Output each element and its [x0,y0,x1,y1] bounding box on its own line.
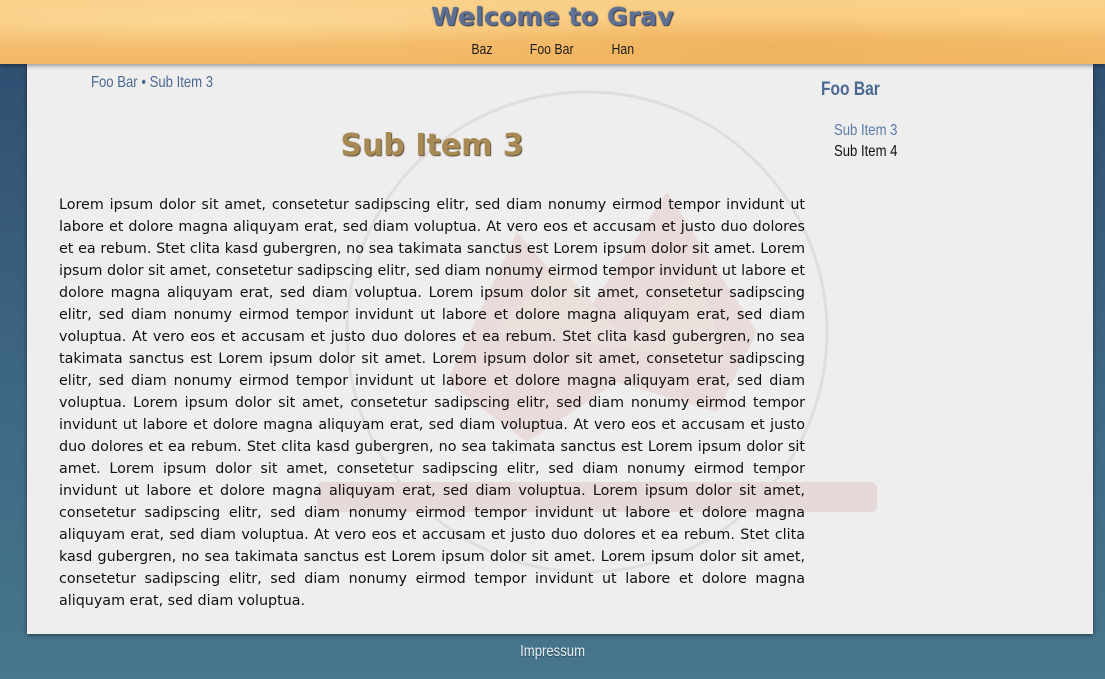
content-panel: Foo Bar • Sub Item 3 Sub Item 3 Lorem ip… [27,64,1093,634]
breadcrumb-current: Sub Item 3 [149,74,214,91]
site-footer: Impressum [0,643,1105,661]
breadcrumb: Foo Bar • Sub Item 3 [91,74,213,92]
breadcrumb-parent-link[interactable]: Foo Bar [91,74,138,91]
sidebar-item-sub-item-3[interactable]: Sub Item 3 [834,120,897,141]
nav-item-han[interactable]: Han [611,41,634,58]
nav-item-foo-bar[interactable]: Foo Bar [530,41,574,58]
sidebar-title[interactable]: Foo Bar [821,79,880,101]
footer-impressum-link[interactable]: Impressum [520,643,585,661]
breadcrumb-separator: • [141,74,146,91]
page-body-text: Lorem ipsum dolor sit amet, consetetur s… [59,197,805,609]
site-header: Welcome to Grav Baz Foo Bar Han [0,0,1105,64]
page-title: Sub Item 3 [340,128,524,163]
sidebar-item-sub-item-4[interactable]: Sub Item 4 [834,141,897,162]
main-nav: Baz Foo Bar Han [0,41,1105,58]
sidebar-list: Sub Item 3 Sub Item 4 [834,120,911,162]
nav-item-baz[interactable]: Baz [471,41,492,58]
site-title[interactable]: Welcome to Grav [0,2,1105,31]
